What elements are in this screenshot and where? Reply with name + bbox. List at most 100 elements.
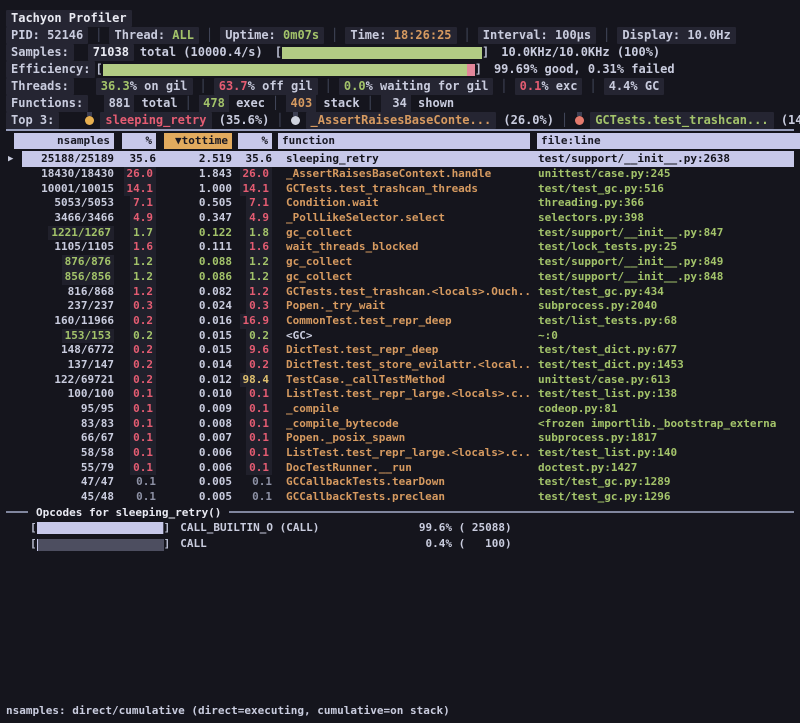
tottime-cell: 0.024 <box>156 299 232 314</box>
separator: │ <box>325 78 332 95</box>
table-row[interactable]: 45/48 0.1 0.005 0.1 GCCallbackTests.prec… <box>6 490 794 505</box>
functions-stat-suffix: shown <box>411 96 454 110</box>
top3-function-name[interactable]: sleeping_retry <box>100 112 211 129</box>
file-line-cell: ~:0 <box>530 329 794 344</box>
table-row[interactable]: 95/95 0.1 0.009 0.1 _compile codeop.py:8… <box>6 402 794 417</box>
tottime-cell: 0.111 <box>156 240 232 255</box>
nsamples-cell: 876/876 <box>22 255 114 270</box>
status-item-pid: PID: 52146 <box>6 27 88 44</box>
nsamples-cell: 1221/1267 <box>22 226 114 241</box>
rule-dash-fill <box>229 511 794 513</box>
samples-bar-close-bracket: ] <box>482 44 489 61</box>
top3-function-name[interactable]: GCTests.test_trashcan... <box>590 112 773 129</box>
pct-cumulative-cell: 1.2 <box>232 270 272 285</box>
nsamples-cell: 5053/5053 <box>22 196 114 211</box>
nsamples-cell: 160/11966 <box>22 314 114 329</box>
pct-direct-cell: 0.1 <box>114 475 156 490</box>
table-row[interactable]: 148/6772 0.2 0.015 9.6 DictTest.test_rep… <box>6 343 794 358</box>
file-line-cell: codeop.py:81 <box>530 402 794 417</box>
table-row[interactable]: 5053/5053 7.1 0.505 7.1 Condition.wait t… <box>6 196 794 211</box>
pct-cumulative-cell: 0.2 <box>232 358 272 373</box>
file-line-cell: subprocess.py:1817 <box>530 431 794 446</box>
table-row[interactable]: 18430/18430 26.0 1.843 26.0 _AssertRaise… <box>6 167 794 182</box>
table-row[interactable]: 100/100 0.1 0.010 0.1 ListTest.test_repr… <box>6 387 794 402</box>
selection-arrow-icon: ▶ <box>6 151 22 167</box>
function-cell: DictTest.test_repr_deep <box>272 343 530 358</box>
table-row[interactable]: 1221/1267 1.7 0.122 1.8 gc_collect test/… <box>6 226 794 241</box>
table-row[interactable]: 876/876 1.2 0.088 1.2 gc_collect test/su… <box>6 255 794 270</box>
column-header-pct-direct[interactable]: % <box>122 133 156 149</box>
top3-function-name[interactable]: _AssertRaisesBaseConte... <box>306 112 497 129</box>
samples-rate-bar <box>282 47 482 59</box>
function-cell: GCTests.test_trashcan_threads <box>272 182 530 197</box>
pct-cumulative-cell: 9.6 <box>232 343 272 358</box>
threads-stat: 36.3% on gil <box>96 78 193 95</box>
column-header-pct-cumulative[interactable]: % <box>238 133 272 149</box>
column-header-tottime-sorted[interactable]: ▼tottime <box>164 133 232 149</box>
tottime-cell: 0.347 <box>156 211 232 226</box>
table-row[interactable]: 3466/3466 4.9 0.347 4.9 _PollLikeSelecto… <box>6 211 794 226</box>
table-header: nsamples % ▼tottime % function file:line <box>6 133 794 149</box>
opcodes-title: Opcodes for sleeping_retry() <box>36 505 221 520</box>
opcode-share-bar <box>37 522 164 534</box>
pct-direct-cell: 0.2 <box>114 314 156 329</box>
pct-direct-cell: 0.2 <box>114 329 156 344</box>
function-cell: sleeping_retry <box>272 151 530 167</box>
table-row[interactable]: 160/11966 0.2 0.016 16.9 CommonTest.test… <box>6 314 794 329</box>
nsamples-cell: 100/100 <box>22 387 114 402</box>
table-row[interactable]: 58/58 0.1 0.006 0.1 ListTest.test_repr_l… <box>6 446 794 461</box>
table-row[interactable]: 237/237 0.3 0.024 0.3 Popen._try_wait su… <box>6 299 794 314</box>
table-row[interactable]: 10001/10015 14.1 1.000 14.1 GCTests.test… <box>6 182 794 197</box>
pct-direct-cell: 4.9 <box>114 211 156 226</box>
table-row[interactable]: 153/153 0.2 0.015 0.2 <GC> ~:0 <box>6 329 794 344</box>
file-line-cell: test/test_dict.py:1453 <box>530 358 794 373</box>
table-row[interactable]: 816/868 1.2 0.082 1.2 GCTests.test_trash… <box>6 285 794 300</box>
table-row[interactable]: 55/79 0.1 0.006 0.1 DocTestRunner.__run … <box>6 461 794 476</box>
footer: nsamples: direct/cumulative (direct=exec… <box>6 661 794 723</box>
samples-suffix: total (10000.4/s) <box>140 44 263 61</box>
table-row[interactable]: 66/67 0.1 0.007 0.1 Popen._posix_spawn s… <box>6 431 794 446</box>
functions-stat-suffix: total <box>134 96 177 110</box>
table-row[interactable]: 856/856 1.2 0.086 1.2 gc_collect test/su… <box>6 270 794 285</box>
nsamples-cell: 83/83 <box>22 417 114 432</box>
function-cell: TestCase._callTestMethod <box>272 373 530 388</box>
column-header-function[interactable]: function <box>278 133 530 149</box>
pct-cumulative-cell: 0.1 <box>232 431 272 446</box>
table-row[interactable]: 137/147 0.2 0.014 0.2 DictTest.test_stor… <box>6 358 794 373</box>
file-line-cell: test/test_list.py:138 <box>530 387 794 402</box>
table-row[interactable]: 122/69721 0.2 0.012 98.4 TestCase._callT… <box>6 373 794 388</box>
pct-cumulative-cell: 98.4 <box>232 373 272 388</box>
nsamples-cell: 25188/25189 <box>22 151 114 167</box>
pct-direct-cell: 1.7 <box>114 226 156 241</box>
status-item-time: Time: 18:26:25 <box>345 27 456 44</box>
pct-direct-cell: 0.2 <box>114 343 156 358</box>
threads-stat: 63.7% off gil <box>214 78 318 95</box>
function-cell: Popen._try_wait <box>272 299 530 314</box>
file-line-cell: selectors.py:398 <box>530 211 794 226</box>
table-row[interactable]: 47/47 0.1 0.005 0.1 GCCallbackTests.tear… <box>6 475 794 490</box>
function-cell: Popen._posix_spawn <box>272 431 530 446</box>
pct-cumulative-cell: 14.1 <box>232 182 272 197</box>
separator: │ <box>206 27 213 44</box>
nsamples-cell: 18430/18430 <box>22 167 114 182</box>
table-row[interactable]: 83/83 0.1 0.008 0.1 _compile_bytecode <f… <box>6 417 794 432</box>
table-row[interactable]: ▶ 25188/25189 35.6 2.519 35.6 sleeping_r… <box>6 151 794 167</box>
efficiency-text: 99.69% good, 0.31% failed <box>494 61 675 78</box>
pct-cumulative-cell: 0.1 <box>232 446 272 461</box>
tottime-cell: 0.122 <box>156 226 232 241</box>
nsamples-cell: 95/95 <box>22 402 114 417</box>
column-header-file-line[interactable]: file:line <box>537 133 800 149</box>
column-header-nsamples[interactable]: nsamples <box>14 133 114 149</box>
separator: │ <box>603 27 610 44</box>
nsamples-cell: 3466/3466 <box>22 211 114 226</box>
pct-cumulative-cell: 0.1 <box>232 402 272 417</box>
opcode-row: [] CALL_BUILTIN_O (CALL) 99.6% ( 25088) <box>6 520 794 537</box>
tottime-cell: 0.005 <box>156 490 232 505</box>
file-line-cell: test/lock_tests.py:25 <box>530 240 794 255</box>
pct-cumulative-cell: 1.8 <box>232 226 272 241</box>
threads-row: Threads:36.3% on gil│63.7% off gil│0.0% … <box>6 78 794 95</box>
table-row[interactable]: 1105/1105 1.6 0.111 1.6 wait_threads_blo… <box>6 240 794 255</box>
top3-share: (14.1%) <box>774 112 800 129</box>
pct-direct-cell: 0.1 <box>114 490 156 505</box>
pct-cumulative-cell: 0.1 <box>232 490 272 505</box>
